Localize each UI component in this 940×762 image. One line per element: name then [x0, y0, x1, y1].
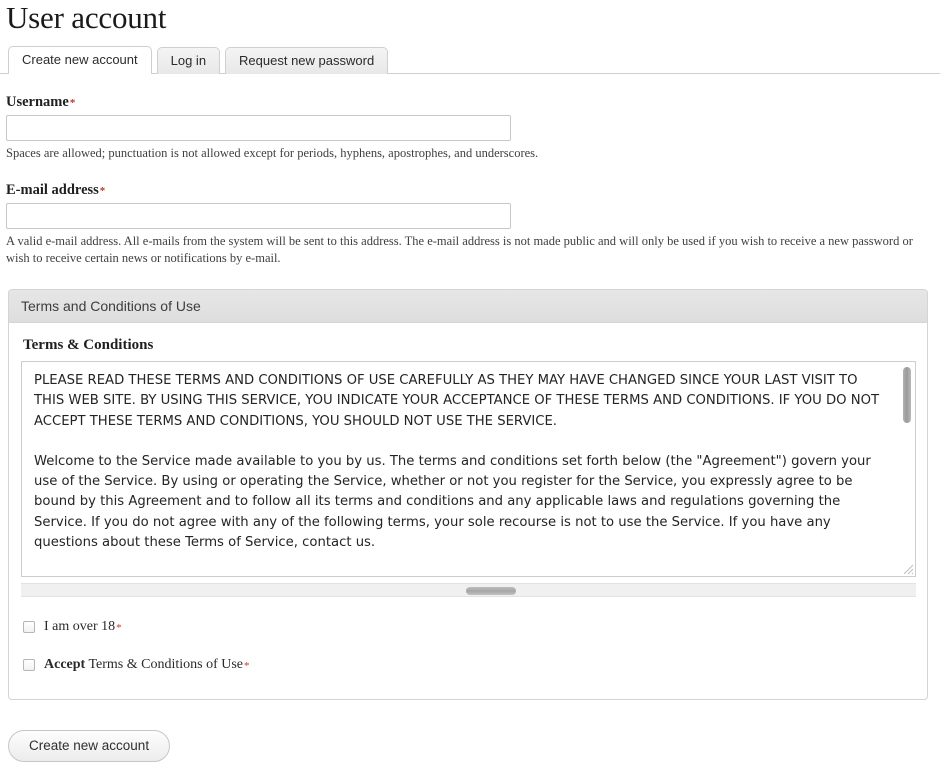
- create-new-account-button[interactable]: Create new account: [8, 730, 170, 762]
- tabs-container: Create new account Log in Request new pa…: [0, 46, 940, 74]
- username-label-text: Username: [6, 94, 69, 110]
- scrollbar-thumb[interactable]: [466, 587, 516, 595]
- terms-fieldset-body: Terms & Conditions PLEASE READ THESE TER…: [9, 323, 927, 699]
- email-label: E-mail address*: [6, 182, 934, 198]
- required-marker: *: [70, 97, 76, 109]
- over-18-label[interactable]: I am over 18*: [44, 619, 122, 635]
- terms-textarea-content: PLEASE READ THESE TERMS AND CONDITIONS O…: [22, 362, 915, 576]
- email-label-text: E-mail address: [6, 182, 99, 198]
- terms-horizontal-scrollbar[interactable]: [21, 583, 916, 597]
- tab-log-in[interactable]: Log in: [157, 47, 220, 74]
- terms-heading: Terms & Conditions: [23, 337, 915, 354]
- username-label: Username*: [6, 94, 934, 110]
- terms-fieldset: Terms and Conditions of Use Terms & Cond…: [8, 289, 928, 700]
- terms-paragraph: 1. Agreement. This Agreement sets forth …: [34, 573, 889, 576]
- over-18-label-text: I am over 18: [44, 619, 115, 634]
- tab-create-new-account[interactable]: Create new account: [8, 46, 152, 74]
- form-actions: Create new account: [0, 700, 940, 762]
- terms-paragraph: Welcome to the Service made available to…: [34, 452, 889, 553]
- required-marker: *: [244, 660, 250, 672]
- accept-terms-label-text: Terms & Conditions of Use: [85, 657, 243, 672]
- username-description: Spaces are allowed; punctuation is not a…: [6, 145, 934, 162]
- user-register-form: Username* Spaces are allowed; punctuatio…: [0, 94, 940, 267]
- tab-label: Log in: [171, 53, 206, 68]
- over-18-checkbox[interactable]: [23, 621, 35, 633]
- terms-textarea-scrollbar[interactable]: [900, 363, 913, 560]
- scrollbar-thumb[interactable]: [903, 367, 911, 423]
- terms-textarea[interactable]: PLEASE READ THESE TERMS AND CONDITIONS O…: [21, 361, 916, 577]
- required-marker: *: [116, 622, 122, 634]
- email-description: A valid e-mail address. All e-mails from…: [6, 233, 934, 267]
- checkbox-row-over-18[interactable]: I am over 18*: [21, 619, 915, 635]
- tab-label: Request new password: [239, 53, 374, 68]
- username-input[interactable]: [6, 115, 511, 141]
- terms-paragraph: PLEASE READ THESE TERMS AND CONDITIONS O…: [34, 371, 889, 432]
- primary-tabs: Create new account Log in Request new pa…: [8, 46, 940, 74]
- accept-terms-checkbox[interactable]: [23, 659, 35, 671]
- required-marker: *: [100, 185, 106, 197]
- resize-handle-icon[interactable]: [900, 561, 914, 575]
- tab-label: Create new account: [22, 52, 138, 67]
- checkbox-row-accept-terms[interactable]: Accept Terms & Conditions of Use*: [21, 657, 915, 673]
- terms-fieldset-legend[interactable]: Terms and Conditions of Use: [9, 290, 927, 323]
- accept-terms-label-bold: Accept: [44, 657, 85, 672]
- tab-request-new-password[interactable]: Request new password: [225, 47, 388, 74]
- accept-terms-label[interactable]: Accept Terms & Conditions of Use*: [44, 657, 250, 673]
- page-title: User account: [0, 0, 940, 36]
- email-input[interactable]: [6, 203, 511, 229]
